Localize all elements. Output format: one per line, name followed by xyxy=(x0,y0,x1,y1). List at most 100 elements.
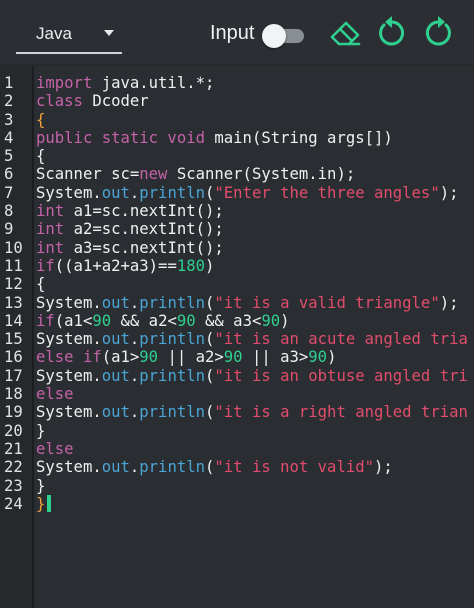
text-cursor xyxy=(47,494,52,512)
code-token: . xyxy=(129,366,140,385)
code-token: ( xyxy=(205,293,215,312)
toolbar: Java Input xyxy=(0,0,474,64)
line-number: 6 xyxy=(4,165,14,184)
code-token: 180 xyxy=(176,256,206,275)
line-text: System.out.println("it is not valid"); xyxy=(36,458,393,476)
line-text: else xyxy=(36,440,74,458)
code-token: out xyxy=(101,366,130,385)
code-token: int xyxy=(36,220,74,239)
code-line[interactable]: 6 Scanner sc=new Scanner(System.in); xyxy=(0,165,474,183)
code-token: Scanner sc= xyxy=(36,165,140,184)
code-token: 90 xyxy=(92,311,112,330)
code-token: System. xyxy=(36,293,102,312)
code-token: 90 xyxy=(139,348,159,367)
language-label: Java xyxy=(36,24,72,43)
code-token: out xyxy=(101,458,130,477)
code-token: else xyxy=(36,439,74,458)
line-text: import java.util.*; xyxy=(36,74,214,92)
code-token: if xyxy=(36,311,55,330)
line-text: System.out.println("it is a right angled… xyxy=(36,403,468,421)
code-token: else if xyxy=(36,348,102,367)
code-line[interactable]: 18 else xyxy=(0,385,474,403)
code-token: (a1> xyxy=(101,348,140,367)
redo-icon[interactable] xyxy=(420,15,456,51)
line-number: 7 xyxy=(4,183,14,202)
code-token: 90 xyxy=(223,348,243,367)
code-token: System. xyxy=(36,330,102,349)
line-text: else xyxy=(36,385,74,403)
code-line[interactable]: 23} xyxy=(0,477,474,495)
code-token: } xyxy=(36,476,46,495)
code-line[interactable]: 8 int a1=sc.nextInt(); xyxy=(0,202,474,220)
undo-icon[interactable] xyxy=(374,15,410,51)
language-dropdown[interactable]: Java xyxy=(16,14,122,54)
code-token: println xyxy=(139,458,205,477)
code-line[interactable]: 3{ xyxy=(0,111,474,129)
code-token: out xyxy=(101,330,130,349)
code-line[interactable]: 22 System.out.println("it is not valid"); xyxy=(0,458,474,476)
code-line[interactable]: 4 public static void main(String args[]) xyxy=(0,129,474,147)
line-text: Scanner sc=new Scanner(System.in); xyxy=(36,165,355,183)
code-token: System. xyxy=(36,403,102,422)
code-line[interactable]: 11 if((a1+a2+a3)==180) xyxy=(0,257,474,275)
code-token: ( xyxy=(205,330,215,349)
line-text: if(a1<90 && a2<90 && a3<90) xyxy=(36,312,290,330)
code-line[interactable]: 21 else xyxy=(0,440,474,458)
code-line[interactable]: 1 import java.util.*; xyxy=(0,74,474,92)
code-line[interactable]: 10 int a3=sc.nextInt(); xyxy=(0,239,474,257)
line-number: 21 xyxy=(4,439,23,458)
line-number: 10 xyxy=(4,238,23,257)
line-number: 18 xyxy=(4,385,23,404)
code-line[interactable]: 5{ xyxy=(0,147,474,165)
line-text: { xyxy=(36,275,45,293)
line-number: 17 xyxy=(4,366,23,385)
line-text: int a2=sc.nextInt(); xyxy=(36,220,224,238)
code-token: ( xyxy=(205,366,215,385)
dropdown-underline xyxy=(16,52,122,54)
input-label: Input xyxy=(210,22,255,44)
code-editor[interactable]: 1 import java.util.*; 2 class Dcoder 3{4 publ… xyxy=(0,66,474,608)
code-area[interactable]: 1 import java.util.*; 2 class Dcoder 3{4 publ… xyxy=(0,74,474,594)
line-text: System.out.println("it is an obtuse angl… xyxy=(36,367,468,385)
line-number: 9 xyxy=(4,220,14,239)
eraser-icon[interactable] xyxy=(328,15,364,51)
code-token: ) xyxy=(280,311,290,330)
code-line[interactable]: 7 System.out.println("Enter the three ang… xyxy=(0,184,474,202)
code-token: . xyxy=(129,458,140,477)
line-text: System.out.println("it is a valid triang… xyxy=(36,294,459,312)
line-text: if((a1+a2+a3)==180) xyxy=(36,257,214,275)
code-line[interactable]: 24} xyxy=(0,494,474,513)
line-number: 19 xyxy=(4,403,23,422)
line-number: 24 xyxy=(4,494,23,513)
code-token: println xyxy=(139,330,205,349)
toggle-knob xyxy=(262,24,286,48)
line-number: 13 xyxy=(4,293,23,312)
code-line[interactable]: 17 System.out.println("it is an obtuse an… xyxy=(0,367,474,385)
code-token: Scanner(System.in); xyxy=(176,165,356,184)
code-token: println xyxy=(139,403,205,422)
code-line[interactable]: 14 if(a1<90 && a2<90 && a3<90) xyxy=(0,312,474,330)
line-text: } xyxy=(36,422,45,440)
code-token: a1=sc.nextInt(); xyxy=(73,202,224,221)
code-line[interactable]: 13 System.out.println("it is a valid tria… xyxy=(0,294,474,312)
code-token: ) xyxy=(205,256,215,275)
code-line[interactable]: 2 class Dcoder xyxy=(0,92,474,110)
code-line[interactable]: 12 { xyxy=(0,275,474,293)
input-toggle[interactable] xyxy=(262,24,306,48)
code-token: 90 xyxy=(308,348,328,367)
code-token: ); xyxy=(439,293,459,312)
line-text: { xyxy=(36,111,45,129)
code-token: "it is a valid triangle" xyxy=(214,293,440,312)
code-token: && a3< xyxy=(195,311,262,330)
code-token: "it is an obtuse angled tri xyxy=(214,366,468,385)
code-line[interactable]: 15 System.out.println("it is an acute ang… xyxy=(0,330,474,348)
code-token: ( xyxy=(205,403,215,422)
code-line[interactable]: 9 int a2=sc.nextInt(); xyxy=(0,220,474,238)
code-token: new xyxy=(139,165,177,184)
code-token: { xyxy=(36,110,46,129)
line-text: } xyxy=(36,494,52,513)
code-line[interactable]: 16 else if(a1>90 || a2>90 || a3>90) xyxy=(0,348,474,366)
code-line[interactable]: 19 System.out.println("it is a right angl… xyxy=(0,403,474,421)
code-line[interactable]: 20} xyxy=(0,422,474,440)
code-token: int xyxy=(36,202,74,221)
